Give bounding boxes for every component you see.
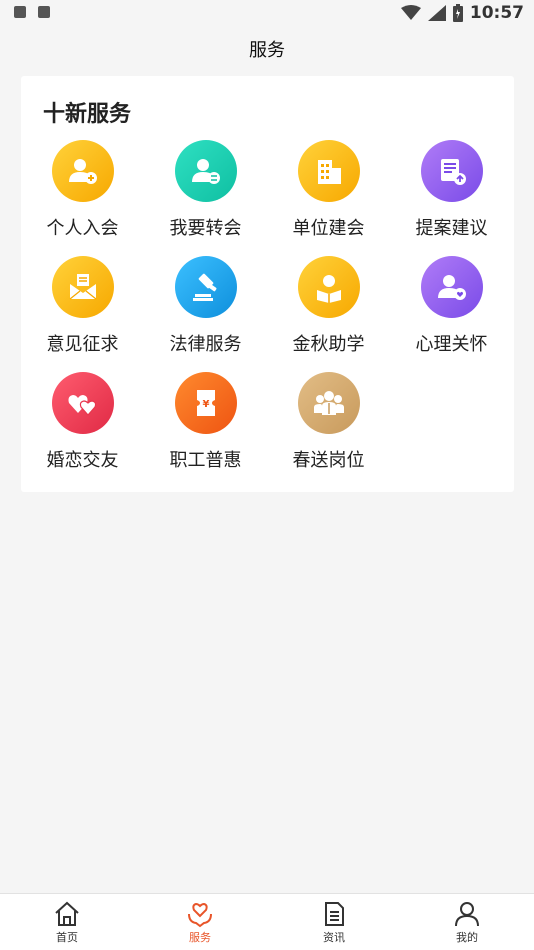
service-item-proposal[interactable]: 提案建议 <box>390 140 513 256</box>
tab-news[interactable]: 资讯 <box>294 900 374 945</box>
home-icon <box>55 901 79 926</box>
tab-service[interactable]: 服务 <box>160 900 240 945</box>
page-title: 服务 <box>249 40 285 61</box>
clock: 10:57 <box>469 3 524 23</box>
service-label: 春送岗位 <box>292 450 365 471</box>
mail-open-icon <box>51 256 114 318</box>
service-item-legal[interactable]: 法律服务 <box>144 256 267 372</box>
service-label: 提案建议 <box>415 218 488 239</box>
double-heart-icon <box>51 372 114 434</box>
service-heart-icon <box>188 902 212 928</box>
service-item-psych-care[interactable]: 心理关怀 <box>390 256 513 372</box>
building-icon <box>297 140 360 202</box>
tab-label: 服务 <box>189 931 211 944</box>
person-heart-icon <box>420 256 483 318</box>
service-item-unit[interactable]: 单位建会 <box>267 140 390 256</box>
service-label: 个人入会 <box>46 218 119 239</box>
battery-icon <box>452 4 463 22</box>
service-label: 法律服务 <box>169 334 242 355</box>
keyboard-icon <box>38 6 50 18</box>
coupon-yen-icon: ¥ <box>174 372 237 434</box>
proposal-doc-icon <box>420 140 483 202</box>
tab-mine[interactable]: 我的 <box>427 900 507 945</box>
service-label: 职工普惠 <box>169 450 242 471</box>
tab-label: 我的 <box>456 931 478 944</box>
signal-icon <box>427 5 446 21</box>
services-card: 十新服务 个人入会 我要转会 单位建会 提案建议 意见征求 法律服务 金秋助学 … <box>21 76 514 492</box>
status-bar: 10:57 <box>0 0 534 28</box>
tab-label: 首页 <box>56 931 78 944</box>
service-item-study-aid[interactable]: 金秋助学 <box>267 256 390 372</box>
tab-label: 资讯 <box>323 931 345 944</box>
service-item-dating[interactable]: 婚恋交友 <box>21 372 144 488</box>
svg-text:¥: ¥ <box>202 399 209 410</box>
wifi-icon <box>400 5 421 20</box>
service-label: 金秋助学 <box>292 334 365 355</box>
service-item-opinion[interactable]: 意见征求 <box>21 256 144 372</box>
profile-icon <box>455 902 479 927</box>
service-label: 意见征求 <box>46 334 119 355</box>
bottom-tab-bar: 首页 服务 资讯 我的 <box>0 893 534 950</box>
group-people-icon <box>297 372 360 434</box>
service-label: 我要转会 <box>169 218 242 239</box>
news-doc-icon <box>325 902 344 926</box>
notification-icon <box>14 6 26 18</box>
service-label: 婚恋交友 <box>46 450 119 471</box>
person-add-icon <box>51 140 114 202</box>
gavel-icon <box>174 256 237 318</box>
service-item-join[interactable]: 个人入会 <box>21 140 144 256</box>
person-transfer-icon <box>174 140 237 202</box>
student-reading-icon <box>297 256 360 318</box>
tab-home[interactable]: 首页 <box>27 900 107 945</box>
service-label: 单位建会 <box>292 218 365 239</box>
service-label: 心理关怀 <box>415 334 488 355</box>
service-item-transfer[interactable]: 我要转会 <box>144 140 267 256</box>
service-item-jobs[interactable]: 春送岗位 <box>267 372 390 488</box>
section-title: 十新服务 <box>43 102 132 127</box>
service-item-benefits[interactable]: ¥ 职工普惠 <box>144 372 267 488</box>
